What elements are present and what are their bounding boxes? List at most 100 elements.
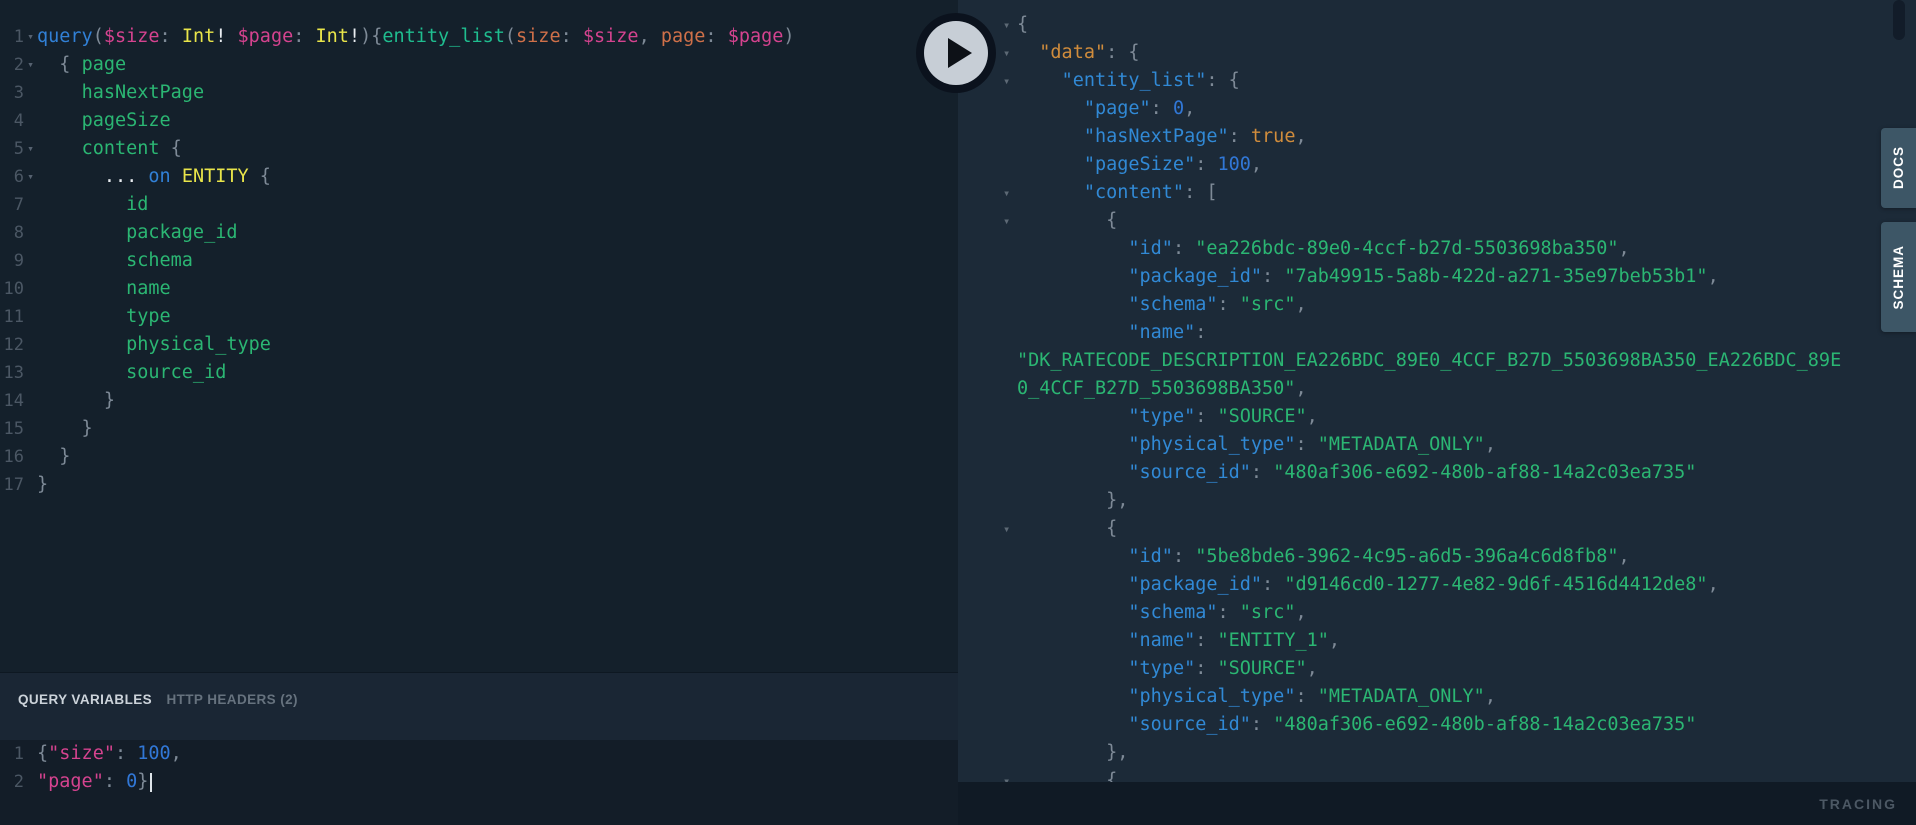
query-line: 9 schema — [0, 247, 958, 275]
tracing-button[interactable]: TRACING — [1819, 796, 1897, 812]
code-text: schema — [37, 247, 193, 275]
docs-tab-label: DOCS — [1891, 146, 1906, 189]
variables-editor[interactable]: 1{"size": 100,2"page": 0} — [0, 740, 958, 825]
query-line: 15 } — [0, 415, 958, 443]
code-text: } — [37, 387, 115, 415]
graphql-playground: 1▾query($size: Int! $page: Int!){entity_… — [0, 0, 1916, 825]
response-row: "type": "SOURCE", — [1017, 403, 1847, 431]
response-row: "package_id": "7ab49915-5a8b-422d-a271-3… — [1017, 263, 1847, 291]
fold-arrow-icon[interactable]: ▾ — [24, 23, 37, 51]
response-row: "schema": "src", — [1017, 291, 1847, 319]
response-row: "type": "SOURCE", — [1017, 655, 1847, 683]
query-line: 11 type — [0, 303, 958, 331]
response-row: "source_id": "480af306-e692-480b-af88-14… — [1017, 711, 1847, 739]
query-line: 14 } — [0, 387, 958, 415]
line-number: 2 — [0, 51, 24, 79]
line-number: 13 — [0, 359, 24, 387]
response-json: ▾{▾ "data": {▾ "entity_list": { "page": … — [1017, 11, 1847, 795]
query-line: 10 name — [0, 275, 958, 303]
tracing-bar: TRACING — [958, 782, 1916, 825]
query-line: 8 package_id — [0, 219, 958, 247]
code-text: "page": 0} — [37, 768, 152, 796]
fold-arrow-icon[interactable]: ▾ — [1003, 11, 1010, 39]
line-number: 7 — [0, 191, 24, 219]
query-line: 4 pageSize — [0, 107, 958, 135]
line-number: 6 — [0, 163, 24, 191]
response-row: "id": "5be8bde6-3962-4c95-a6d5-396a4c6d8… — [1017, 543, 1847, 571]
fold-arrow-icon[interactable]: ▾ — [1003, 67, 1010, 95]
query-line: 12 physical_type — [0, 331, 958, 359]
response-row: ▾ { — [1017, 515, 1847, 543]
response-row: "source_id": "480af306-e692-480b-af88-14… — [1017, 459, 1847, 487]
code-text: pageSize — [37, 107, 171, 135]
fold-arrow-icon[interactable]: ▾ — [24, 163, 37, 191]
code-text: query($size: Int! $page: Int!){entity_li… — [37, 23, 795, 51]
response-row: "pageSize": 100, — [1017, 151, 1847, 179]
query-line: 3 hasNextPage — [0, 79, 958, 107]
code-text: } — [37, 443, 70, 471]
response-row: }, — [1017, 487, 1847, 515]
response-row: "id": "ea226bdc-89e0-4ccf-b27d-5503698ba… — [1017, 235, 1847, 263]
variables-line: 2 "page": 0} — [0, 768, 958, 796]
code-text: hasNextPage — [37, 79, 204, 107]
response-row: ▾ { — [1017, 207, 1847, 235]
line-number: 8 — [0, 219, 24, 247]
query-line: 13 source_id — [0, 359, 958, 387]
http-headers-tab[interactable]: HTTP HEADERS (2) — [166, 692, 297, 707]
response-row: ▾ "content": [ — [1017, 179, 1847, 207]
query-variables-tab[interactable]: QUERY VARIABLES — [18, 692, 152, 707]
query-line: 7 id — [0, 191, 958, 219]
line-number: 10 — [0, 275, 24, 303]
fold-arrow-icon[interactable]: ▾ — [1003, 515, 1010, 543]
line-number: 3 — [0, 79, 24, 107]
response-row: ▾{ — [1017, 11, 1847, 39]
line-number: 1 — [0, 740, 24, 768]
line-number: 17 — [0, 471, 24, 499]
line-number: 1 — [0, 23, 24, 51]
line-number: 14 — [0, 387, 24, 415]
query-line: 5▾ content { — [0, 135, 958, 163]
schema-tab-label: SCHEMA — [1891, 245, 1906, 310]
code-text: physical_type — [37, 331, 271, 359]
scrollbar-thumb[interactable] — [1893, 0, 1905, 40]
response-row: "package_id": "d9146cd0-1277-4e82-9d6f-4… — [1017, 571, 1847, 599]
response-row: "schema": "src", — [1017, 599, 1847, 627]
code-text: name — [37, 275, 171, 303]
code-text: package_id — [37, 219, 238, 247]
code-text: source_id — [37, 359, 226, 387]
code-text: type — [37, 303, 171, 331]
line-number: 5 — [0, 135, 24, 163]
query-line: 6▾ ... on ENTITY { — [0, 163, 958, 191]
line-number: 15 — [0, 415, 24, 443]
code-text: { page — [37, 51, 126, 79]
fold-arrow-icon[interactable]: ▾ — [1003, 39, 1010, 67]
text-cursor — [150, 773, 152, 792]
line-number: 12 — [0, 331, 24, 359]
response-row: ▾ "data": { — [1017, 39, 1847, 67]
response-pane: ▾{▾ "data": {▾ "entity_list": { "page": … — [958, 0, 1916, 825]
play-icon — [924, 21, 988, 85]
variables-header: QUERY VARIABLES HTTP HEADERS (2) — [0, 672, 958, 740]
response-row: }, — [1017, 739, 1847, 767]
query-line: 1▾query($size: Int! $page: Int!){entity_… — [0, 23, 958, 51]
schema-tab[interactable]: SCHEMA — [1881, 222, 1916, 332]
query-editor[interactable]: 1▾query($size: Int! $page: Int!){entity_… — [0, 0, 958, 672]
fold-arrow-icon[interactable]: ▾ — [1003, 207, 1010, 235]
fold-arrow-icon[interactable]: ▾ — [1003, 179, 1010, 207]
fold-arrow-icon[interactable]: ▾ — [24, 135, 37, 163]
code-text: content { — [37, 135, 182, 163]
query-line: 17} — [0, 471, 958, 499]
query-line: 2▾ { page — [0, 51, 958, 79]
fold-arrow-icon[interactable]: ▾ — [24, 51, 37, 79]
line-number: 11 — [0, 303, 24, 331]
code-text: id — [37, 191, 148, 219]
line-number: 2 — [0, 768, 24, 796]
response-row: "name": "DK_RATECODE_DESCRIPTION_EA226BD… — [1017, 319, 1847, 403]
docs-tab[interactable]: DOCS — [1881, 128, 1916, 208]
response-row: "physical_type": "METADATA_ONLY", — [1017, 683, 1847, 711]
response-row: "name": "ENTITY_1", — [1017, 627, 1847, 655]
response-row: "page": 0, — [1017, 95, 1847, 123]
execute-query-button[interactable] — [916, 13, 996, 93]
line-number: 16 — [0, 443, 24, 471]
code-text: } — [37, 415, 93, 443]
